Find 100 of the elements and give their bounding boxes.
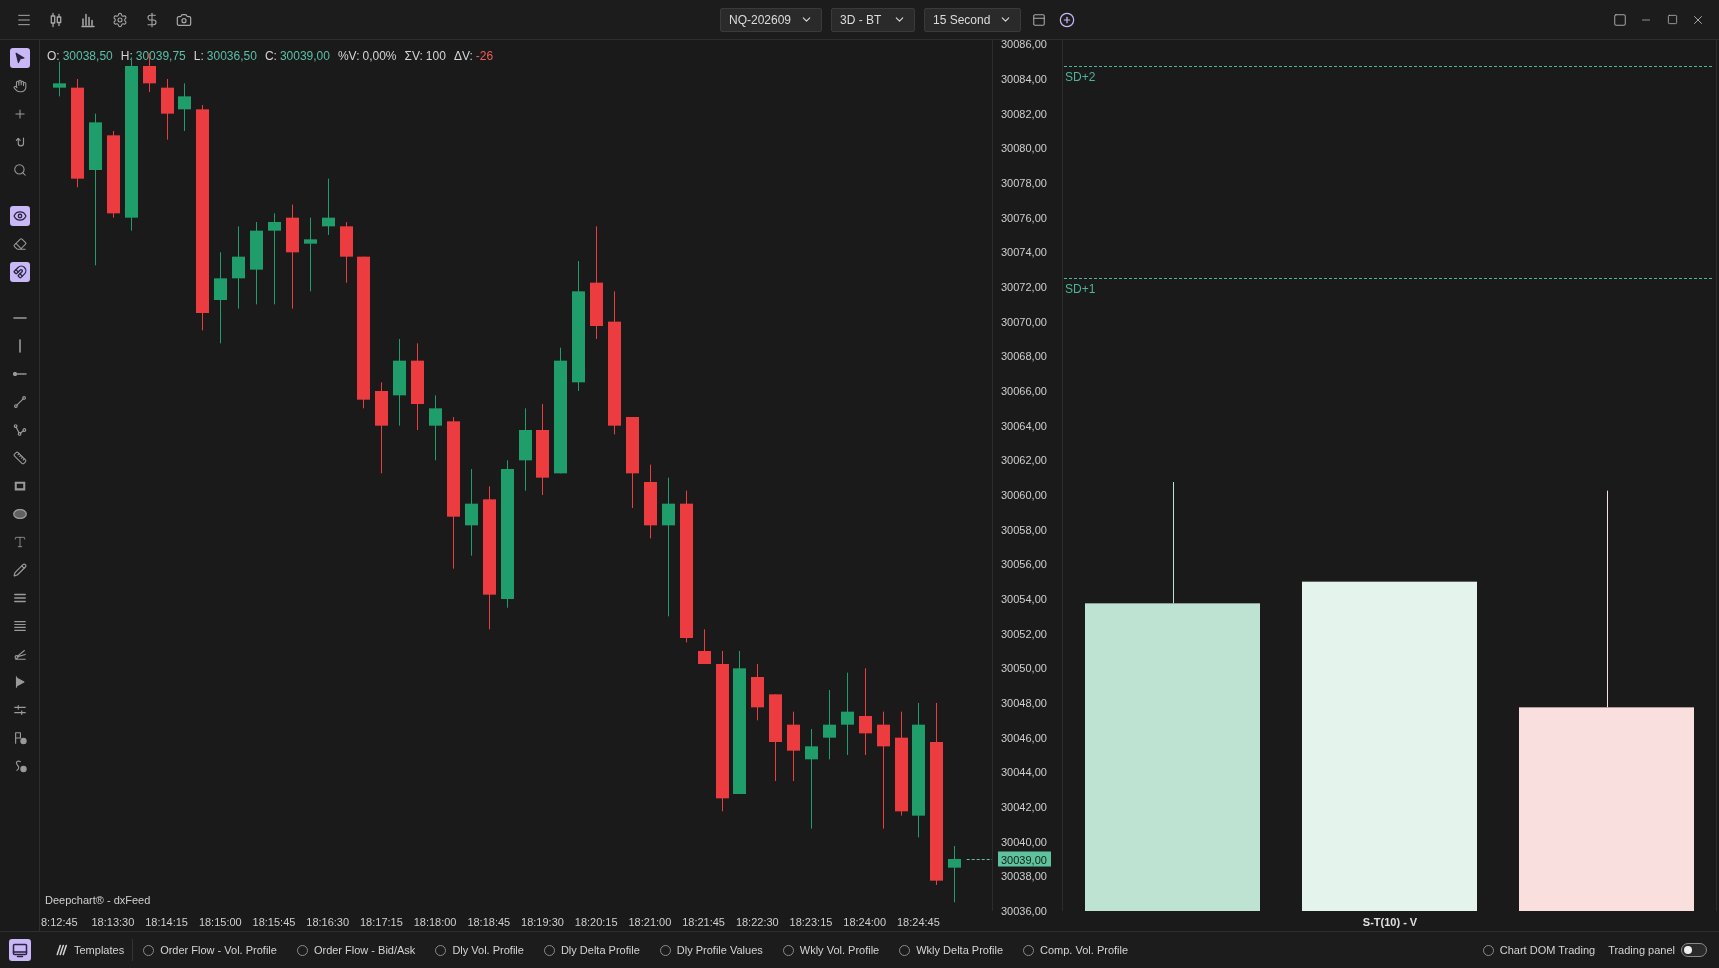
eye-tool-button[interactable] (9, 206, 30, 226)
level-lines-icon (12, 703, 27, 717)
maximize-icon (1666, 14, 1678, 25)
price-axis-label: 30062,00 (1001, 454, 1047, 467)
pencil-icon (12, 563, 27, 577)
search-icon (12, 163, 27, 177)
ohlc-label: %V: (337, 48, 360, 65)
ruler-icon (12, 451, 27, 465)
magnet-icon (12, 265, 27, 279)
crosshair-icon (12, 107, 27, 121)
chart-dom-trading-option[interactable]: Chart DOM Trading (1482, 941, 1596, 959)
stripes-icon (54, 944, 68, 956)
four-lines-icon (12, 619, 27, 633)
price-axis-label: 30040,00 (1001, 835, 1047, 848)
time-axis-label: 18:24:45 (897, 916, 940, 928)
bar-chart-icon (80, 11, 96, 28)
square-icon (1613, 12, 1627, 27)
time-axis-label: 18:13:30 (91, 916, 135, 928)
time-axis-label: 18:16:30 (306, 916, 350, 928)
template-option[interactable]: Dly Delta Profile (543, 941, 640, 959)
price-axis-label: 30038,00 (1001, 870, 1047, 883)
ohlc-label: C: (264, 48, 277, 65)
pointer-tool-button[interactable] (9, 48, 30, 68)
fan-lines-icon (12, 647, 27, 661)
candlestick (787, 711, 800, 782)
panel-layout-button[interactable] (9, 939, 31, 961)
text-icon (12, 535, 27, 549)
polyline-icon (12, 423, 27, 437)
price-axis-label: 30082,00 (1001, 107, 1047, 120)
current-price-tag: 30039,00 (998, 851, 1051, 867)
level-label: SD+1 (1065, 281, 1096, 296)
ohlc-value: 30038,50 (62, 48, 113, 65)
trend-line-icon (12, 395, 27, 409)
time-axis-label: 18:18:45 (467, 916, 511, 928)
price-axis-label: 30064,00 (1001, 419, 1047, 432)
price-axis-label: 30074,00 (1001, 246, 1047, 259)
dropdown[interactable]: 3D - BT (831, 7, 915, 32)
time-axis-label: 18:21:45 (682, 916, 725, 928)
time-axis-label: 18:19:30 (521, 916, 564, 928)
dollar-icon (144, 11, 160, 28)
price-axis-label: 30044,00 (1001, 766, 1047, 779)
candlestick (429, 394, 442, 461)
price-axis-label: 30036,00 (1001, 905, 1047, 917)
horizontal-line-icon (12, 317, 27, 319)
level-label: SD+2 (1065, 69, 1096, 84)
time-axis-label: 18:20:15 (574, 916, 618, 928)
indicator-title: S-T(10) - V (1362, 916, 1418, 928)
vertical-line-icon (18, 339, 21, 353)
template-option[interactable]: Order Flow - Bid/Ask (296, 941, 416, 959)
candlestick (340, 221, 353, 284)
time-axis-label: 18:24:00 (843, 916, 887, 928)
dropdown[interactable]: 15 Second (924, 7, 1021, 32)
price-axis-label: 30042,00 (1001, 801, 1047, 813)
ohlc-value: 0,00% (362, 48, 397, 65)
candlestick (823, 689, 836, 760)
template-option[interactable]: Wkly Vol. Profile (782, 941, 880, 959)
three-lines-icon (12, 591, 27, 605)
eye-icon (12, 209, 27, 223)
time-axis-label: 18:22:30 (735, 916, 779, 928)
monitor-panel-icon (12, 942, 28, 958)
template-option[interactable]: Dly Profile Values (659, 941, 763, 959)
price-axis-label: 30048,00 (1001, 697, 1047, 709)
price-axis-label: 30052,00 (1001, 627, 1047, 640)
price-axis-label: 30072,00 (1001, 281, 1047, 293)
time-axis-label: 18:21:00 (628, 916, 672, 928)
template-option[interactable]: Wkly Delta Profile (899, 941, 1004, 959)
candlestick (948, 845, 961, 903)
price-axis-label: 30070,00 (1001, 315, 1047, 328)
flag-coin-icon (12, 731, 27, 745)
candlestick (751, 663, 764, 721)
candlestick (53, 61, 66, 97)
price-axis-label: 30058,00 (1001, 523, 1047, 536)
price-axis-label: 30046,00 (1001, 731, 1047, 744)
ohlc-value: -26 (475, 48, 494, 65)
time-axis-label: 18:15:45 (252, 916, 296, 928)
time-axis-label: 18:23:15 (789, 916, 833, 928)
template-option[interactable]: Order Flow - Vol. Profile (143, 941, 277, 959)
price-axis-label: 30086,00 (1001, 40, 1047, 51)
templates-button[interactable]: Templates (54, 941, 125, 959)
ray-icon (12, 372, 27, 376)
price-axis-label: 30068,00 (1001, 350, 1047, 363)
ref-line-label: 30039,00 (1001, 853, 1047, 866)
dropdown[interactable]: NQ-202609 (720, 7, 822, 32)
arrow-pointer-icon (12, 51, 27, 65)
trading-panel-switch[interactable] (1681, 943, 1707, 957)
price-line (966, 859, 993, 860)
time-axis-label: 18:17:15 (360, 916, 403, 928)
template-option[interactable]: Dly Vol. Profile (435, 941, 524, 959)
magnet-tool-button[interactable] (9, 262, 30, 282)
ohlc-label: H: (120, 48, 133, 65)
eraser-icon (12, 237, 27, 251)
candlestick (698, 628, 711, 665)
price-axis-label: 30050,00 (1001, 662, 1047, 675)
time-axis-label: 8:12:45 (41, 916, 78, 928)
ohlc-label: ΣV: (404, 48, 423, 65)
ohlc-label: L: (193, 48, 204, 65)
price-axis-label: 30080,00 (1001, 142, 1047, 155)
plus-circle-icon (1059, 11, 1075, 28)
template-option[interactable]: Comp. Vol. Profile (1023, 941, 1129, 959)
ohlc-label: O: (47, 48, 60, 65)
